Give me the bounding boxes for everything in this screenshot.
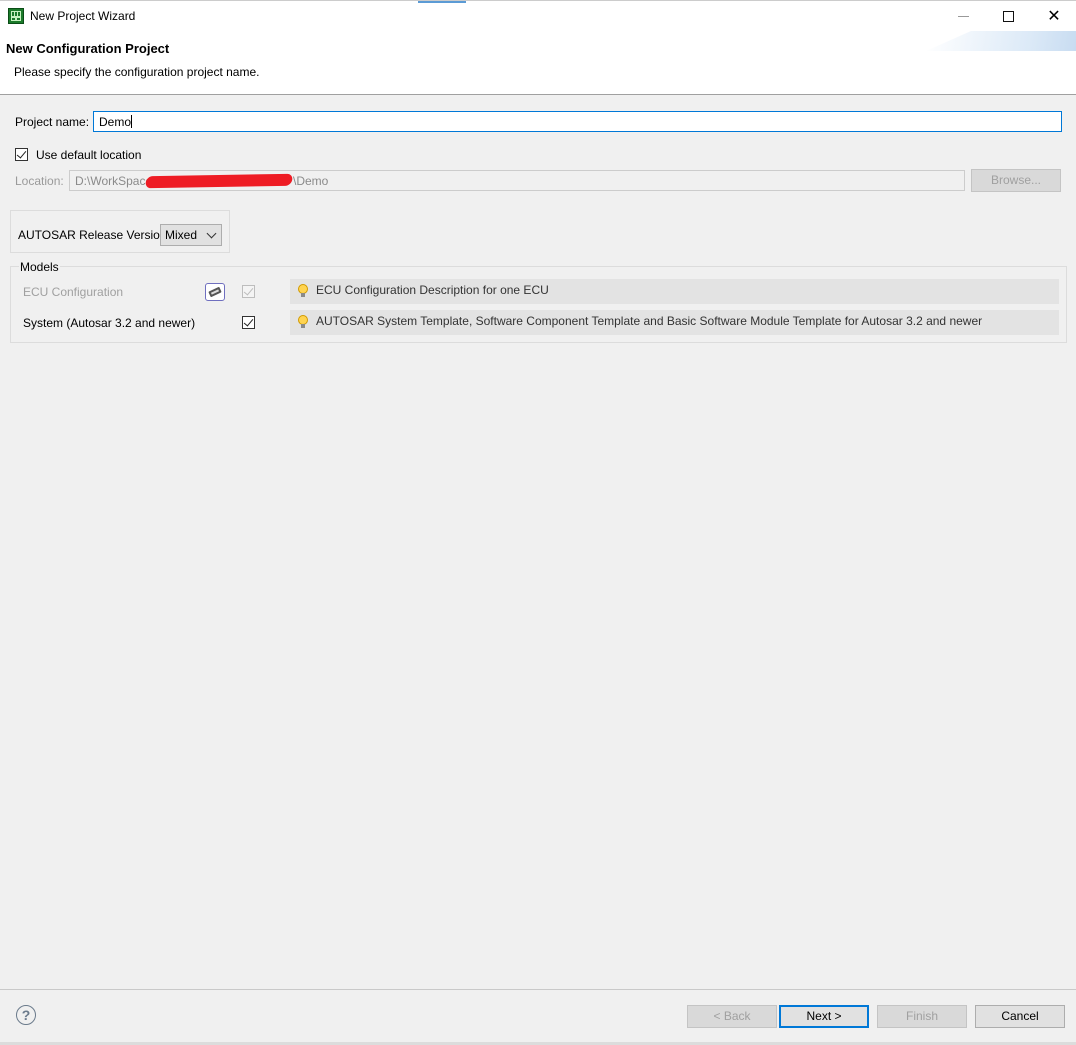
use-default-location-checkbox[interactable]	[15, 148, 28, 161]
project-name-value: Demo	[99, 115, 132, 129]
location-label: Location:	[15, 174, 64, 188]
maximize-button[interactable]	[985, 1, 1031, 31]
grid-app-icon	[8, 8, 24, 24]
lightbulb-icon	[298, 315, 308, 329]
redaction-mark	[144, 173, 294, 189]
text-caret	[131, 115, 133, 128]
wizard-header: New Configuration Project Please specify…	[0, 31, 1076, 95]
system-model-description: AUTOSAR System Template, Software Compon…	[290, 310, 1059, 335]
close-icon: ✕	[1047, 6, 1061, 25]
minimize-button[interactable]	[940, 1, 986, 31]
autosar-version-value: Mixed	[165, 228, 198, 242]
page-title: New Configuration Project	[6, 41, 170, 56]
minimize-icon	[957, 15, 969, 17]
help-icon[interactable]: ?	[16, 1005, 36, 1025]
ecu-description-text: ECU Configuration Description for one EC…	[316, 283, 549, 297]
ecu-configuration-description: ECU Configuration Description for one EC…	[290, 279, 1059, 304]
next-button[interactable]: Next >	[779, 1005, 869, 1028]
autosar-version-select[interactable]: Mixed	[160, 224, 222, 246]
models-group-label: Models	[19, 260, 60, 274]
project-name-input[interactable]: Demo	[93, 111, 1062, 132]
page-subtitle: Please specify the configuration project…	[14, 65, 260, 79]
project-name-label: Project name:	[15, 115, 90, 129]
location-prefix: D:\WorkSpace	[75, 174, 153, 188]
location-suffix: \Demo	[293, 174, 329, 188]
maximize-icon	[1002, 10, 1014, 22]
use-default-location-label[interactable]: Use default location	[36, 148, 141, 162]
browse-button[interactable]: Browse...	[971, 169, 1061, 192]
model-name-system: System (Autosar 3.2 and newer)	[23, 316, 196, 330]
autosar-version-label: AUTOSAR Release Version:	[18, 228, 170, 242]
model-name-ecu-configuration: ECU Configuration	[23, 285, 124, 299]
close-button[interactable]: ✕	[1031, 1, 1076, 31]
finish-button[interactable]: Finish	[877, 1005, 967, 1028]
footer-divider	[0, 989, 1076, 990]
lightbulb-icon	[298, 284, 308, 298]
system-model-checkbox[interactable]	[242, 316, 255, 329]
cancel-button[interactable]: Cancel	[975, 1005, 1065, 1028]
system-description-text: AUTOSAR System Template, Software Compon…	[316, 314, 983, 328]
chevron-down-icon	[206, 228, 217, 239]
header-banner-graphic	[926, 31, 1076, 51]
ecu-configuration-checkbox	[242, 285, 255, 298]
title-accent-line	[418, 1, 466, 3]
window-title: New Project Wizard	[30, 9, 136, 23]
title-bar: New Project Wizard ✕	[0, 0, 1076, 31]
configure-tool-icon[interactable]	[205, 283, 225, 301]
back-button[interactable]: < Back	[687, 1005, 777, 1028]
